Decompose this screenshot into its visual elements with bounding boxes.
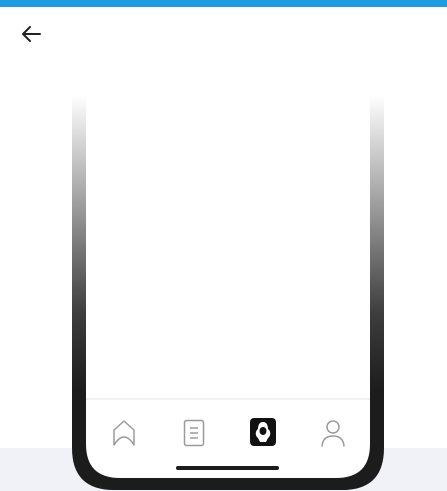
profile-icon[interactable] (319, 418, 347, 448)
app-logo-icon[interactable] (249, 417, 277, 447)
home-indicator (176, 466, 279, 470)
document-icon[interactable] (183, 419, 205, 447)
home-icon[interactable] (112, 419, 136, 447)
phone-mockup-illustration (72, 80, 384, 490)
